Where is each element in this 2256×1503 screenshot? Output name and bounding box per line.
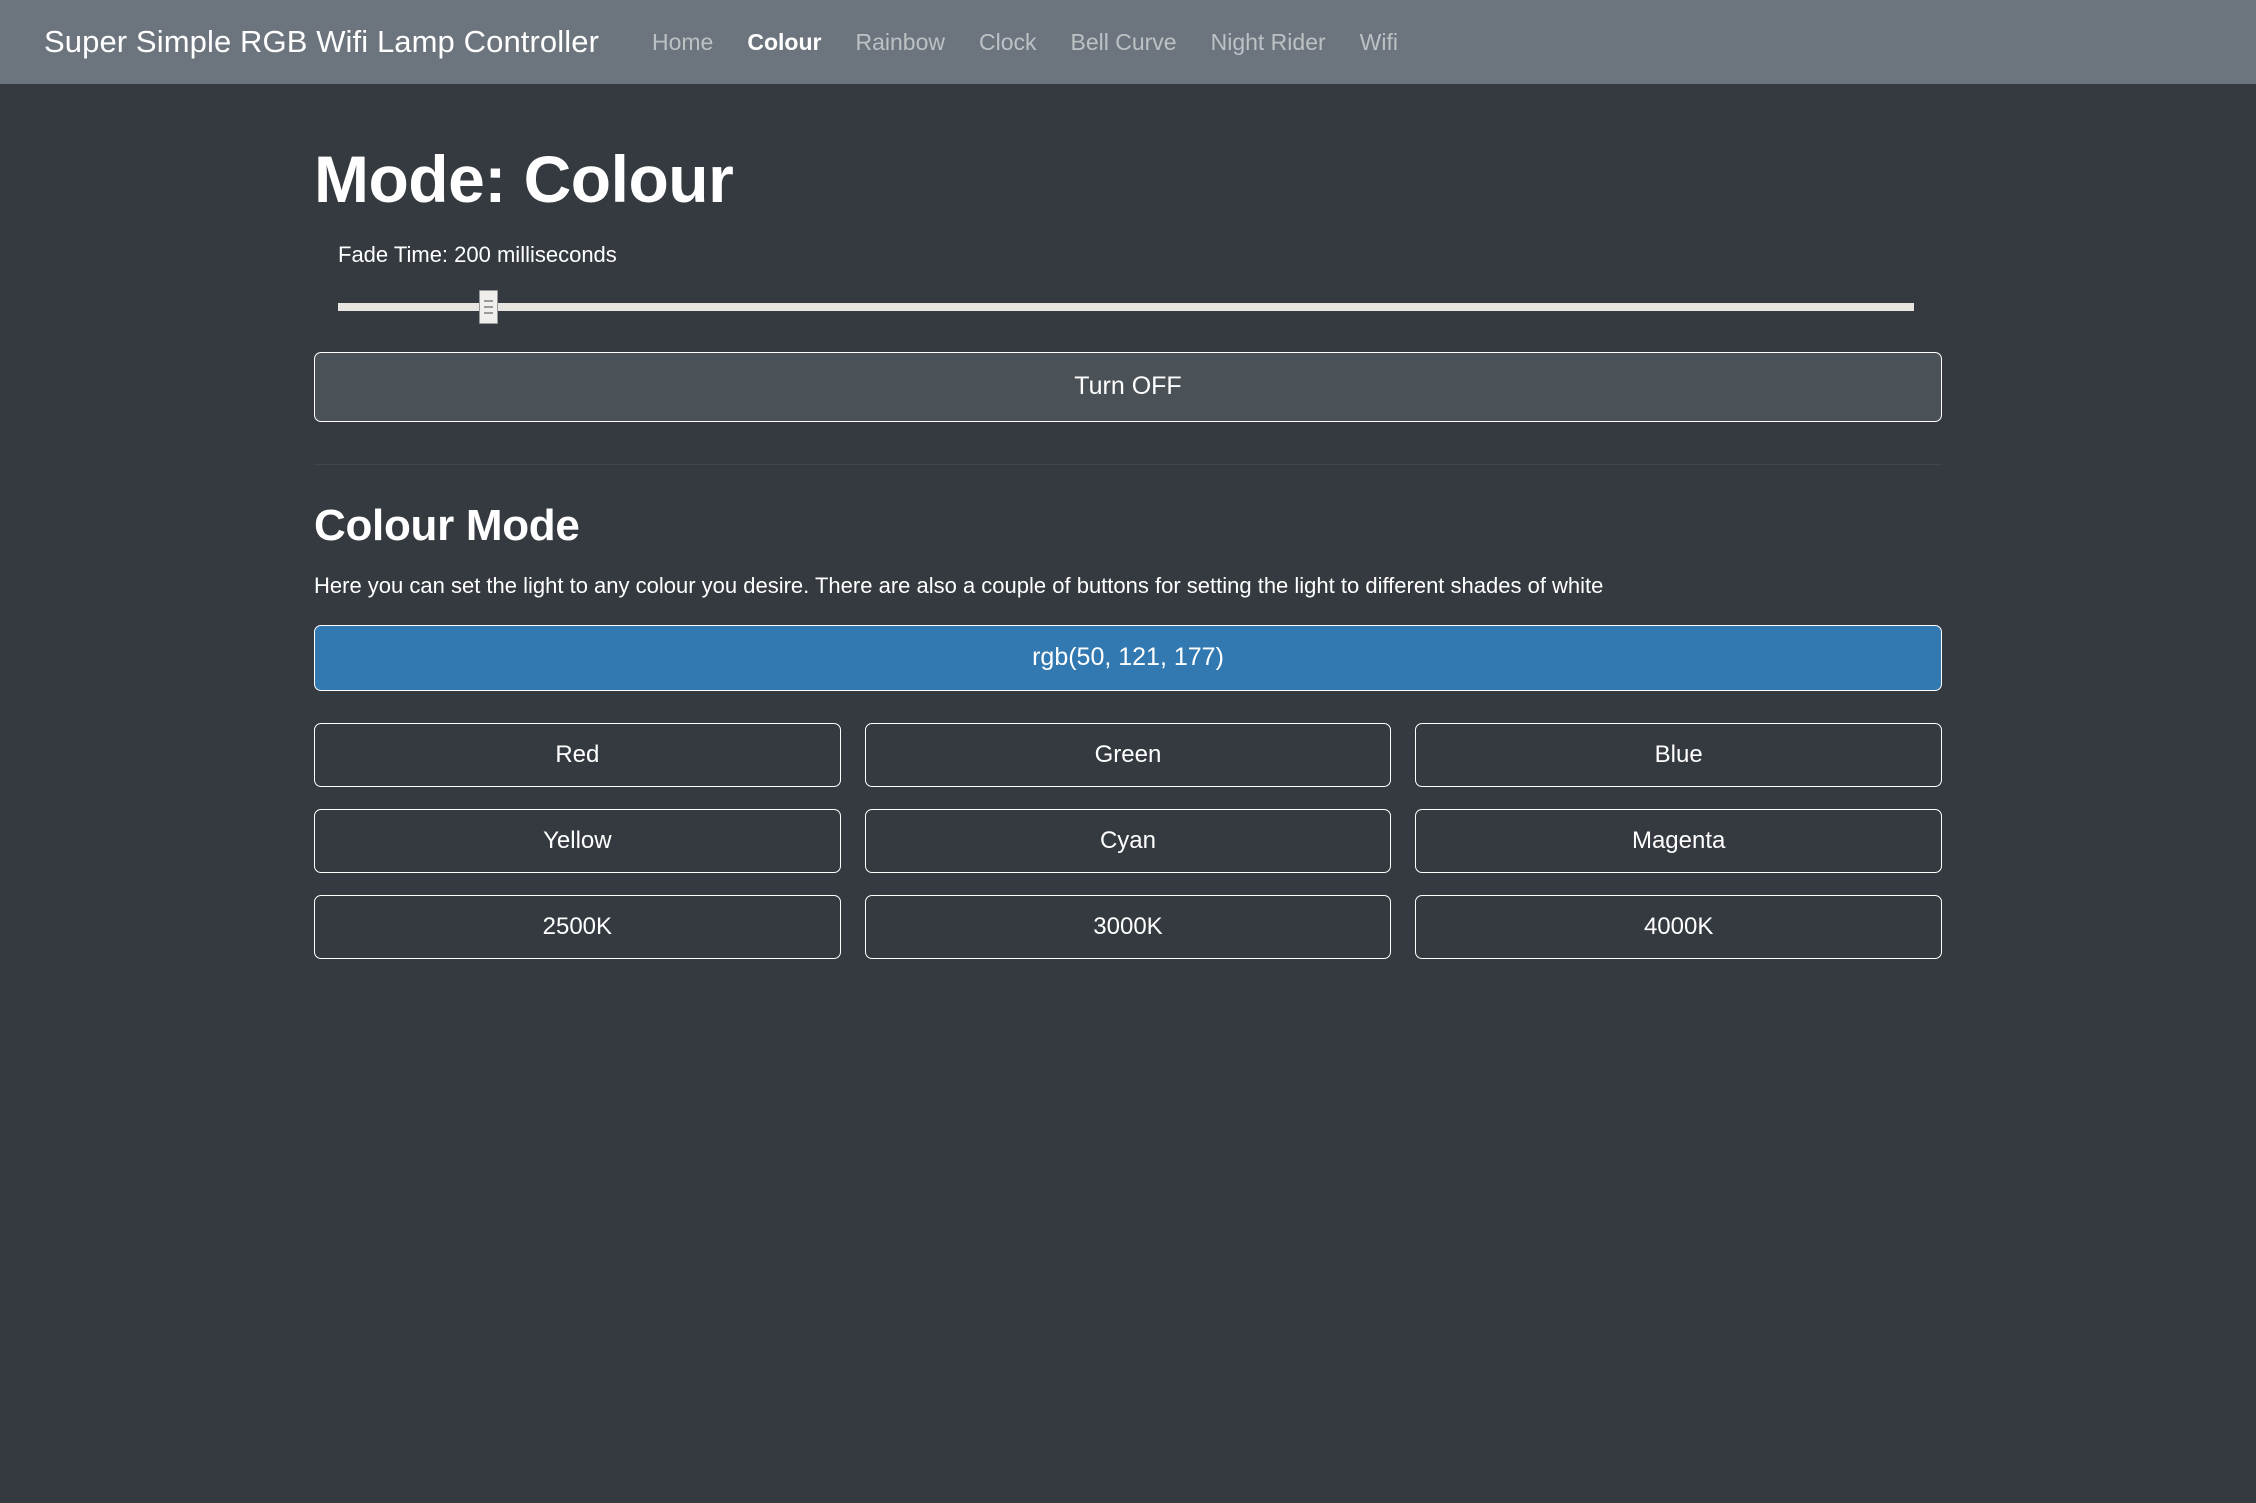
preset-button-magenta[interactable]: Magenta	[1415, 809, 1942, 873]
slider-grip-line	[484, 312, 493, 314]
fade-time-label: Fade Time: 200 milliseconds	[338, 242, 1942, 268]
main-content: Mode: Colour Fade Time: 200 milliseconds…	[285, 142, 1971, 959]
fade-time-slider[interactable]	[338, 290, 1914, 324]
nav-link-rainbow[interactable]: Rainbow	[838, 29, 962, 56]
slider-grip-line	[484, 300, 493, 302]
nav-link-colour[interactable]: Colour	[730, 29, 838, 56]
preset-button-red[interactable]: Red	[314, 723, 841, 787]
navbar-brand[interactable]: Super Simple RGB Wifi Lamp Controller	[44, 24, 599, 60]
turn-off-button[interactable]: Turn OFF	[314, 352, 1942, 422]
preset-button-yellow[interactable]: Yellow	[314, 809, 841, 873]
preset-button-2500k[interactable]: 2500K	[314, 895, 841, 959]
preset-button-4000k[interactable]: 4000K	[1415, 895, 1942, 959]
section-title-colour-mode: Colour Mode	[314, 501, 1942, 551]
preset-button-blue[interactable]: Blue	[1415, 723, 1942, 787]
preset-button-green[interactable]: Green	[865, 723, 1392, 787]
nav-link-wifi[interactable]: Wifi	[1343, 29, 1415, 56]
navbar: Super Simple RGB Wifi Lamp Controller Ho…	[0, 0, 2256, 84]
nav-link-home[interactable]: Home	[635, 29, 730, 56]
colour-preset-grid: Red Green Blue Yellow Cyan Magenta 2500K…	[314, 723, 1942, 959]
nav-link-bell-curve[interactable]: Bell Curve	[1053, 29, 1193, 56]
section-description: Here you can set the light to any colour…	[314, 573, 1942, 599]
nav-link-night-rider[interactable]: Night Rider	[1194, 29, 1343, 56]
slider-thumb[interactable]	[479, 290, 498, 324]
page-title: Mode: Colour	[314, 142, 1942, 218]
slider-grip-line	[484, 306, 493, 308]
slider-track[interactable]	[338, 303, 1914, 311]
section-divider	[314, 464, 1942, 465]
nav-link-clock[interactable]: Clock	[962, 29, 1054, 56]
navbar-links: Home Colour Rainbow Clock Bell Curve Nig…	[635, 29, 1415, 56]
preset-button-cyan[interactable]: Cyan	[865, 809, 1392, 873]
preset-button-3000k[interactable]: 3000K	[865, 895, 1392, 959]
current-colour-button[interactable]: rgb(50, 121, 177)	[314, 625, 1942, 691]
